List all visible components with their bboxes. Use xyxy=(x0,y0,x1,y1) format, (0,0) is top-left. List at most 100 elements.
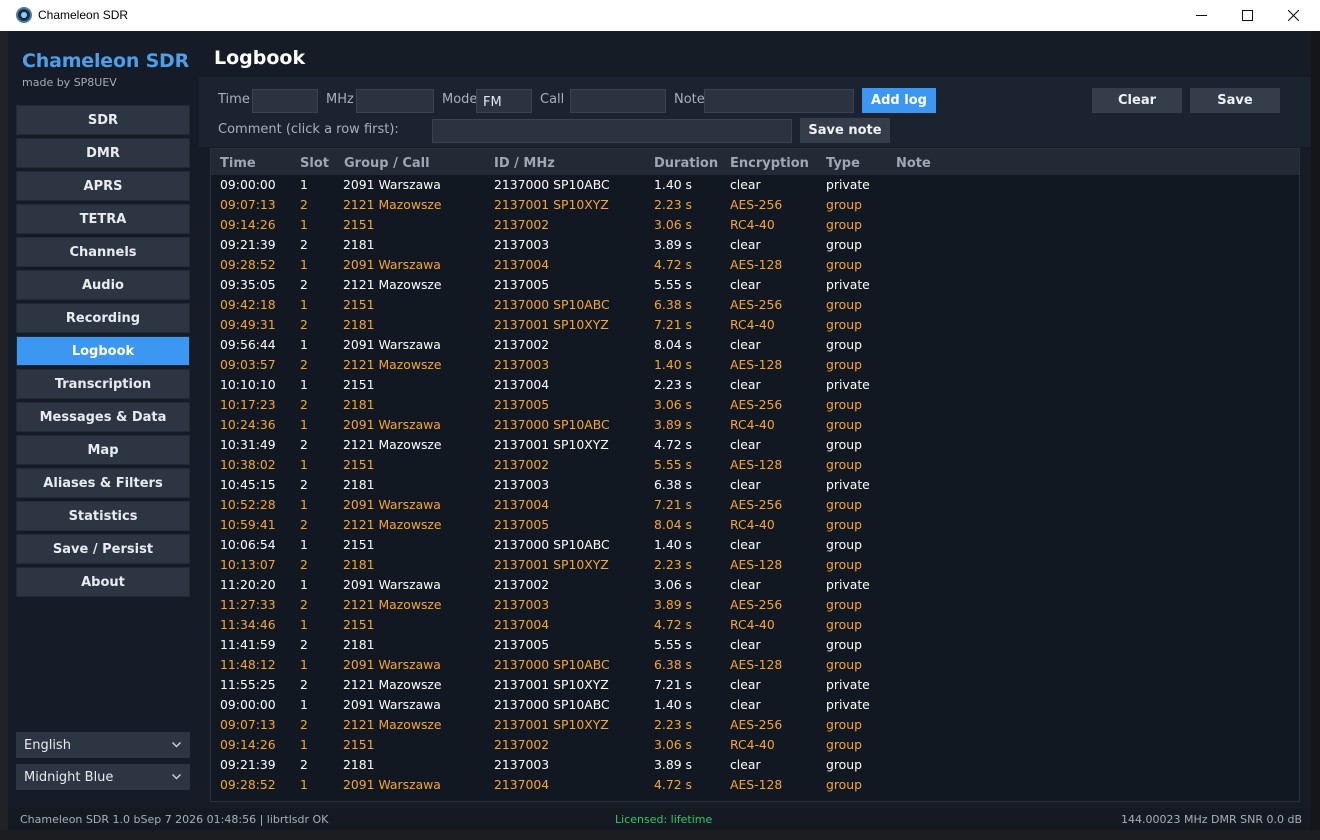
cell-type: group xyxy=(826,357,862,372)
table-row[interactable]: 11:55:25 2 2121 Mazowsze 2137001 SP10XYZ 7.2… xyxy=(211,674,1299,694)
cell-encryption: AES-256 xyxy=(730,717,783,732)
mhz-input[interactable] xyxy=(356,89,434,113)
cell-duration: 8.04 s xyxy=(654,337,692,352)
column-header-id-mhz[interactable]: ID / MHz xyxy=(494,156,555,171)
column-header-note[interactable]: Note xyxy=(896,156,931,171)
desktop-left-edge xyxy=(0,31,8,840)
cell-duration: 6.38 s xyxy=(654,477,692,492)
sidebar-item-save-persist[interactable]: Save / Persist xyxy=(16,534,190,564)
sidebar-item-dmr[interactable]: DMR xyxy=(16,138,190,168)
time-input[interactable] xyxy=(252,89,318,113)
table-row[interactable]: 10:59:41 2 2121 Mazowsze 2137005 8.04 s RC4-4… xyxy=(211,514,1299,534)
mode-input[interactable]: FM xyxy=(476,89,532,113)
cell-duration: 2.23 s xyxy=(654,377,692,392)
table-row[interactable]: 09:56:44 1 2091 Warszawa 2137002 8.04 s clear… xyxy=(211,334,1299,354)
cell-duration: 7.21 s xyxy=(654,497,692,512)
cell-type: group xyxy=(826,557,862,572)
column-header-type[interactable]: Type xyxy=(826,156,860,171)
table-row[interactable]: 09:14:26 1 2151 2137002 3.06 s RC4-40 group xyxy=(211,214,1299,234)
cell-encryption: clear xyxy=(730,677,761,692)
cell-group-call: 2091 Warszawa xyxy=(343,417,441,432)
cell-group-call: 2091 Warszawa xyxy=(343,337,441,352)
sidebar-item-recording[interactable]: Recording xyxy=(16,303,190,333)
time-label: Time xyxy=(218,92,250,107)
theme-select[interactable]: Midnight Blue xyxy=(16,764,190,790)
cell-slot: 1 xyxy=(300,657,308,672)
sidebar-item-tetra[interactable]: TETRA xyxy=(16,204,190,234)
clear-button[interactable]: Clear xyxy=(1092,88,1182,113)
cell-id-mhz: 2137000 SP10ABC xyxy=(494,657,610,672)
sidebar-item-about[interactable]: About xyxy=(16,567,190,597)
table-row[interactable]: 09:35:05 2 2121 Mazowsze 2137005 5.55 s clear… xyxy=(211,274,1299,294)
sidebar-item-aliases-filters[interactable]: Aliases & Filters xyxy=(16,468,190,498)
table-row[interactable]: 10:52:28 1 2091 Warszawa 2137004 7.21 s AES-2… xyxy=(211,494,1299,514)
column-header-encryption[interactable]: Encryption xyxy=(730,156,809,171)
sidebar-item-channels[interactable]: Channels xyxy=(16,237,190,267)
cell-id-mhz: 2137002 xyxy=(494,337,550,352)
cell-slot: 2 xyxy=(300,197,308,212)
cell-group-call: 2091 Warszawa xyxy=(343,497,441,512)
table-row[interactable]: 11:41:59 2 2181 2137005 5.55 s clear group xyxy=(211,634,1299,654)
table-row[interactable]: 09:21:39 2 2181 2137003 3.89 s clear group xyxy=(211,754,1299,774)
table-row[interactable]: 11:34:46 1 2151 2137004 4.72 s RC4-40 group xyxy=(211,614,1299,634)
cell-id-mhz: 2137000 SP10ABC xyxy=(494,177,610,192)
minimize-button[interactable] xyxy=(1178,0,1224,31)
table-row[interactable]: 10:24:36 1 2091 Warszawa 2137000 SP10ABC 3.8… xyxy=(211,414,1299,434)
table-row[interactable]: 11:20:20 1 2091 Warszawa 2137002 3.06 s clear… xyxy=(211,574,1299,594)
table-row[interactable]: 09:07:13 2 2121 Mazowsze 2137001 SP10XYZ 2.2… xyxy=(211,714,1299,734)
save-note-button[interactable]: Save note xyxy=(800,118,890,143)
table-row[interactable]: 10:17:23 2 2181 2137005 3.06 s AES-256 group xyxy=(211,394,1299,414)
table-row[interactable]: 09:00:00 1 2091 Warszawa 2137000 SP10ABC 1.4… xyxy=(211,694,1299,714)
comment-input[interactable] xyxy=(432,119,792,143)
cell-type: group xyxy=(826,777,862,792)
table-row[interactable]: 09:28:52 1 2091 Warszawa 2137004 4.72 s AES-1… xyxy=(211,254,1299,274)
column-header-group-call[interactable]: Group / Call xyxy=(344,156,430,171)
cell-time: 10:31:49 xyxy=(220,437,276,452)
column-header-time[interactable]: Time xyxy=(220,156,256,171)
cell-encryption: clear xyxy=(730,177,761,192)
cell-encryption: clear xyxy=(730,697,761,712)
close-window-button[interactable] xyxy=(1270,0,1316,31)
cell-duration: 1.40 s xyxy=(654,357,692,372)
table-row[interactable]: 10:06:54 1 2151 2137000 SP10ABC 1.40 s clear g… xyxy=(211,534,1299,554)
note-input[interactable] xyxy=(704,89,854,113)
table-row[interactable]: 09:00:00 1 2091 Warszawa 2137000 SP10ABC 1.4… xyxy=(211,174,1299,194)
sidebar-item-messages-data[interactable]: Messages & Data xyxy=(16,402,190,432)
table-row[interactable]: 09:42:18 1 2151 2137000 SP10ABC 6.38 s AES-25… xyxy=(211,294,1299,314)
save-button[interactable]: Save xyxy=(1190,88,1280,113)
table-row[interactable]: 10:31:49 2 2121 Mazowsze 2137001 SP10XYZ 4.7… xyxy=(211,434,1299,454)
sidebar-item-transcription[interactable]: Transcription xyxy=(16,369,190,399)
table-row[interactable]: 11:48:12 1 2091 Warszawa 2137000 SP10ABC 6.3… xyxy=(211,654,1299,674)
table-row[interactable]: 09:21:39 2 2181 2137003 3.89 s clear group xyxy=(211,234,1299,254)
sidebar-item-aprs[interactable]: APRS xyxy=(16,171,190,201)
cell-type: group xyxy=(826,717,862,732)
sidebar-item-logbook[interactable]: Logbook xyxy=(16,336,190,366)
cell-duration: 6.38 s xyxy=(654,297,692,312)
column-header-slot[interactable]: Slot xyxy=(300,156,329,171)
table-row[interactable]: 09:03:57 2 2121 Mazowsze 2137003 1.40 s AES-1… xyxy=(211,354,1299,374)
table-row[interactable]: 10:13:07 2 2181 2137001 SP10XYZ 2.23 s AES-12… xyxy=(211,554,1299,574)
call-input[interactable] xyxy=(570,89,666,113)
sidebar-item-map[interactable]: Map xyxy=(16,435,190,465)
cell-group-call: 2091 Warszawa xyxy=(343,777,441,792)
maximize-button[interactable] xyxy=(1224,0,1270,31)
sidebar-item-sdr[interactable]: SDR xyxy=(16,105,190,135)
add-log-button[interactable]: Add log xyxy=(862,88,936,113)
cell-encryption: AES-128 xyxy=(730,257,783,272)
table-row[interactable]: 10:10:10 1 2151 2137004 2.23 s clear private xyxy=(211,374,1299,394)
language-select[interactable]: English xyxy=(16,732,190,758)
column-header-duration[interactable]: Duration xyxy=(654,156,718,171)
table-row[interactable]: 09:49:31 2 2181 2137001 SP10XYZ 7.21 s RC4-40… xyxy=(211,314,1299,334)
table-row[interactable]: 11:27:33 2 2121 Mazowsze 2137003 3.89 s AES-2… xyxy=(211,594,1299,614)
table-row[interactable]: 09:07:13 2 2121 Mazowsze 2137001 SP10XYZ 2.2… xyxy=(211,194,1299,214)
cell-id-mhz: 2137003 xyxy=(494,757,550,772)
cell-type: group xyxy=(826,417,862,432)
sidebar-item-audio[interactable]: Audio xyxy=(16,270,190,300)
table-row[interactable]: 09:28:52 1 2091 Warszawa 2137004 4.72 s AES-1… xyxy=(211,774,1299,794)
table-row[interactable]: 09:14:26 1 2151 2137002 3.06 s RC4-40 group xyxy=(211,734,1299,754)
table-row[interactable]: 10:38:02 1 2151 2137002 5.55 s AES-128 group xyxy=(211,454,1299,474)
table-body: 09:00:00 1 2091 Warszawa 2137000 SP10ABC 1.4… xyxy=(211,174,1299,794)
sidebar-item-statistics[interactable]: Statistics xyxy=(16,501,190,531)
cell-time: 11:34:46 xyxy=(220,617,276,632)
table-row[interactable]: 10:45:15 2 2181 2137003 6.38 s clear private xyxy=(211,474,1299,494)
